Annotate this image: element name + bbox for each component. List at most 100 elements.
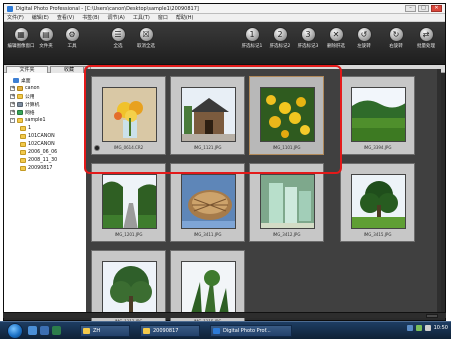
tool-label: 编辑图像窗口: [7, 44, 35, 49]
browser-icon[interactable]: [40, 326, 49, 335]
menu-tools[interactable]: 工具(T): [133, 14, 150, 21]
edit-image-window-icon: ▦: [13, 27, 29, 42]
tool-label: 全选: [113, 44, 123, 49]
close-button[interactable]: ✕: [431, 5, 442, 12]
tool-label: 取消全选: [137, 44, 155, 49]
tree-item-1[interactable]: 1: [20, 125, 31, 131]
clear-check-icon: ✕: [328, 27, 344, 42]
taskbar-button-20090817[interactable]: 20090817: [140, 325, 200, 337]
maximize-button[interactable]: □: [418, 5, 429, 12]
clear-all-icon: ☒: [138, 27, 154, 42]
expand-icon[interactable]: +: [10, 101, 15, 107]
thumbnail-item[interactable]: IMG_3394.JPG: [340, 76, 415, 155]
window-controls: – □ ✕: [405, 5, 442, 12]
menu-window[interactable]: 窗口: [158, 14, 168, 21]
system-tray: 10:50: [406, 325, 448, 331]
tool-label: 工具: [67, 44, 77, 49]
media-icon[interactable]: [52, 326, 61, 335]
language-icon[interactable]: [424, 325, 431, 331]
batch-process-button[interactable]: ⇄ 批量处理: [412, 27, 440, 59]
thumbnail-item[interactable]: IMG_3412.JPG: [249, 163, 324, 242]
tree-label: 网络: [25, 110, 35, 116]
check-mark-2-button[interactable]: 2 肝选标记2: [266, 27, 294, 59]
tool-label: 肝选标记1: [241, 44, 263, 49]
expand-icon[interactable]: +: [10, 109, 15, 115]
start-button[interactable]: [7, 323, 23, 339]
tool-label: 文件夹: [39, 44, 53, 49]
thumbnail-filename: IMG_1201.JPG: [114, 232, 143, 237]
folder-icon: [20, 141, 26, 147]
tree-item-computer[interactable]: + 计算机: [10, 101, 40, 108]
tab-folders[interactable]: 文件夹: [6, 66, 48, 73]
tree-item-desktop[interactable]: 桌面: [6, 77, 31, 84]
window-title: Digital Photo Professional - [C:\Users\c…: [16, 6, 199, 12]
thumbnail-size-button[interactable]: [426, 314, 438, 318]
folder-button[interactable]: ▤ 文件夹: [32, 27, 60, 59]
photo-tree-field: [351, 174, 406, 229]
tree-item-network[interactable]: + 网络: [10, 109, 35, 116]
menu-edit[interactable]: 编辑(E): [32, 14, 49, 21]
menu-adjust[interactable]: 调节(A): [108, 14, 125, 21]
taskbar: ZH 20090817 Digital Photo Prof... 10:50: [0, 321, 451, 339]
tools-icon: ⚙: [64, 27, 80, 42]
clear-check-button[interactable]: ✕ 删除肝选: [322, 27, 350, 59]
network-icon[interactable]: [406, 325, 413, 331]
thumbnail-item[interactable]: IMG_3415.JPG: [340, 163, 415, 242]
volume-icon[interactable]: [415, 325, 422, 331]
folder-icon: [17, 93, 23, 99]
highlight-selection-rectangle: [84, 65, 342, 174]
tree-item-101canon[interactable]: 101CANON: [20, 133, 55, 139]
check-mark-2-icon: 2: [272, 27, 288, 42]
toolbar: ▦ 编辑图像窗口 ▤ 文件夹 ⚙ 工具 ☰ 全选 ☒ 取消全选 1 肝选标记1 …: [4, 22, 445, 65]
check-mark-3-button[interactable]: 3 肝选标记3: [294, 27, 322, 59]
tree-label: 公用: [25, 94, 35, 100]
rotate-left-button[interactable]: ↺ 左旋转: [350, 27, 378, 59]
tree-item-20090817[interactable]: 20090817: [20, 165, 52, 171]
folder-icon: [143, 328, 150, 334]
edit-image-window-button[interactable]: ▦ 编辑图像窗口: [7, 27, 35, 59]
tree-item-102canon[interactable]: 102CANON: [20, 141, 55, 147]
photo-basket: [181, 174, 236, 229]
tree-label: 2008_11_30: [28, 157, 58, 163]
tree-label: 101CANON: [28, 133, 55, 139]
tree-item-canon[interactable]: + canon: [10, 85, 40, 91]
minimize-button[interactable]: –: [405, 5, 416, 12]
check-mark-3-icon: 3: [300, 27, 316, 42]
menu-file[interactable]: 文件(F): [7, 14, 24, 21]
expand-icon[interactable]: +: [10, 85, 15, 91]
menu-view[interactable]: 查看(V): [57, 14, 74, 21]
tree-item-2006-06-06[interactable]: 2006_06_06: [20, 149, 57, 155]
tree-item-sample1[interactable]: - sample1: [10, 117, 46, 123]
thumbnail-item[interactable]: IMG_3411.JPG: [170, 163, 245, 242]
clear-all-button[interactable]: ☒ 取消全选: [132, 27, 160, 59]
tree-item-public[interactable]: + 公用: [10, 93, 35, 100]
taskbar-button-zh[interactable]: ZH: [80, 325, 130, 337]
folder-icon: [20, 165, 26, 171]
batch-process-icon: ⇄: [418, 27, 434, 42]
tool-label: 肝选标记2: [269, 44, 291, 49]
menu-bookmark[interactable]: 书签(B): [82, 14, 99, 21]
expand-icon[interactable]: +: [10, 93, 15, 99]
tools-button[interactable]: ⚙ 工具: [58, 27, 86, 59]
app-logo-icon: [7, 6, 13, 12]
rotate-right-button[interactable]: ↻ 右旋转: [382, 27, 410, 59]
tree-item-2008-11-30[interactable]: 2008_11_30: [20, 157, 57, 163]
select-all-button[interactable]: ☰ 全选: [104, 27, 132, 59]
show-desktop-icon[interactable]: [28, 326, 37, 335]
taskbar-button-digital-photo-professional[interactable]: Digital Photo Prof...: [210, 325, 292, 337]
desktop-icon: [13, 77, 19, 83]
menu-bar: 文件(F) 编辑(E) 查看(V) 书签(B) 调节(A) 工具(T) 窗口 帮…: [4, 14, 445, 22]
collapse-icon[interactable]: -: [10, 117, 15, 123]
photo-glass-bottles: [260, 174, 315, 229]
thumbnail-item[interactable]: IMG_1201.JPG: [91, 163, 166, 242]
tree-label: 桌面: [21, 78, 31, 84]
photo-tree-sky: [102, 261, 157, 316]
vertical-scrollbar[interactable]: [437, 69, 441, 312]
tree-label: 2006_06_06: [28, 149, 58, 155]
tree-label: 计算机: [25, 102, 40, 108]
tree-label: 102CANON: [28, 141, 55, 147]
menu-help[interactable]: 帮助(H): [176, 14, 194, 21]
check-mark-1-button[interactable]: 1 肝选标记1: [238, 27, 266, 59]
clock[interactable]: 10:50: [434, 325, 448, 331]
tree-label: sample1: [25, 117, 46, 123]
